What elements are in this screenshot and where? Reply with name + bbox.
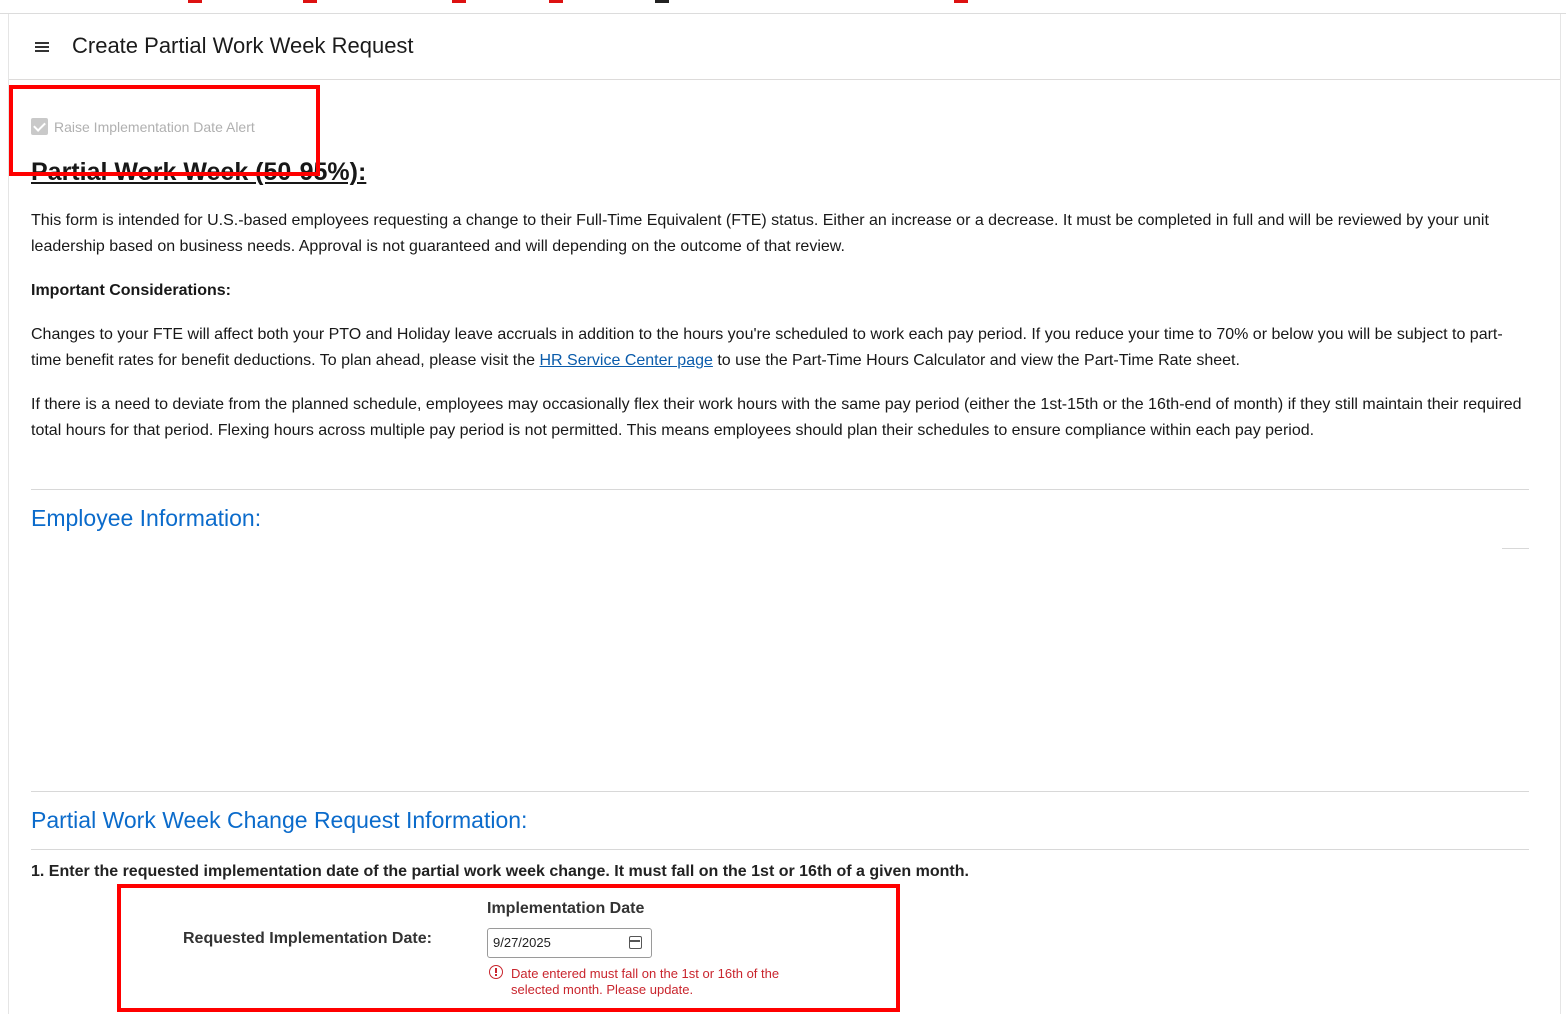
tab-marker bbox=[549, 0, 563, 3]
implementation-date-caption: Implementation Date bbox=[487, 900, 645, 917]
change-request-heading: Partial Work Week Change Request Informa… bbox=[31, 807, 528, 833]
requested-implementation-date-label: Requested Implementation Date: bbox=[183, 930, 432, 947]
intro-paragraph: This form is intended for U.S.-based emp… bbox=[31, 212, 1489, 255]
raise-alert-checkbox[interactable] bbox=[31, 118, 48, 135]
section-divider bbox=[31, 489, 1529, 490]
hr-service-center-link[interactable]: HR Service Center page bbox=[539, 352, 712, 369]
tab-marker bbox=[452, 0, 466, 3]
date-error-message: Date entered must fall on the 1st or 16t… bbox=[511, 966, 780, 997]
implementation-date-input[interactable] bbox=[493, 935, 623, 950]
raise-alert-checkbox-row[interactable]: Raise Implementation Date Alert bbox=[31, 118, 255, 135]
fte-changes-paragraph: Changes to your FTE will affect both you… bbox=[31, 322, 1531, 374]
fte-text-after-link: to use the Part-Time Hours Calculator an… bbox=[712, 352, 1240, 369]
raise-alert-label: Raise Implementation Date Alert bbox=[54, 118, 255, 135]
browser-top-strip bbox=[0, 0, 1566, 14]
tab-marker bbox=[188, 0, 202, 3]
important-considerations-label: Important Considerations: bbox=[31, 282, 232, 299]
flex-hours-paragraph: If there is a need to deviate from the p… bbox=[31, 396, 1522, 439]
section-divider bbox=[31, 849, 1529, 850]
question-1-label: 1. Enter the requested implementation da… bbox=[31, 863, 969, 880]
employee-section-underline bbox=[1502, 548, 1529, 549]
implementation-date-field[interactable] bbox=[487, 928, 652, 958]
tab-marker bbox=[655, 0, 669, 3]
tab-marker bbox=[954, 0, 968, 3]
page-header: Create Partial Work Week Request bbox=[9, 14, 1560, 80]
tab-marker bbox=[303, 0, 317, 3]
hamburger-menu-icon[interactable] bbox=[35, 42, 49, 53]
section-divider bbox=[31, 791, 1529, 792]
calendar-icon[interactable] bbox=[629, 936, 642, 949]
page-title: Create Partial Work Week Request bbox=[72, 33, 414, 58]
right-scroll-track[interactable] bbox=[1560, 14, 1566, 1014]
left-gutter bbox=[0, 14, 9, 1014]
employee-information-heading: Employee Information: bbox=[31, 505, 262, 531]
partial-work-week-heading: Partial Work Week (50-95%): bbox=[31, 158, 367, 186]
error-icon bbox=[489, 965, 503, 979]
